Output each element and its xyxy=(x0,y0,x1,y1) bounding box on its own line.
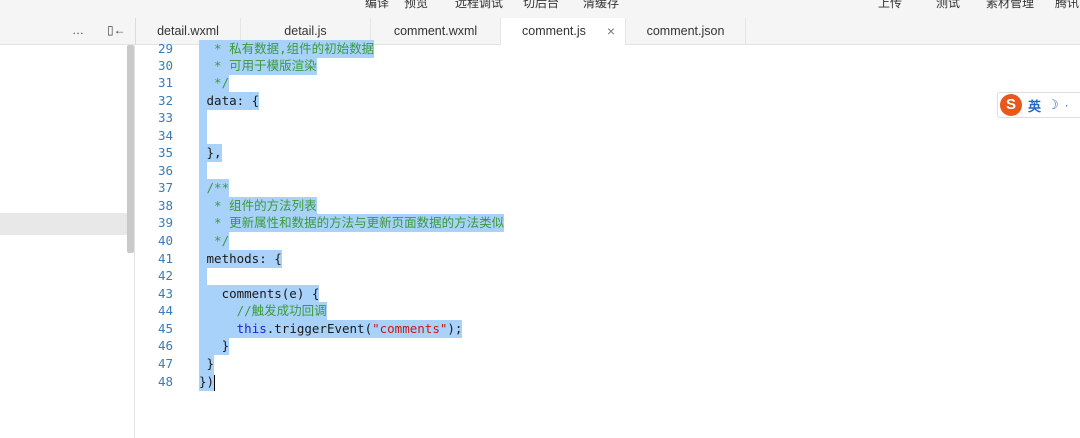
sogou-logo-icon: S xyxy=(1000,94,1022,116)
line-number: 30 xyxy=(157,58,173,73)
code-line: * 可用于模版渲染 xyxy=(199,57,317,75)
tab-comment-js[interactable]: comment.js × xyxy=(501,18,626,46)
line-number: 44 xyxy=(157,303,173,318)
line-number: 33 xyxy=(157,110,173,125)
code-line: * 私有数据,组件的初始数据 xyxy=(199,40,375,58)
code-text: * 更新属性和数据的方法与更新页面数据的方法类似 xyxy=(199,214,505,232)
code-line: /** xyxy=(199,179,230,197)
code-line: }, xyxy=(199,144,222,162)
code-text: * 私有数据,组件的初始数据 xyxy=(199,40,375,58)
code-text: /** xyxy=(199,179,230,197)
code-line: }) xyxy=(199,373,216,391)
line-number: 48 xyxy=(157,374,173,389)
code-text: this.triggerEvent("comments"); xyxy=(199,320,463,338)
line-number: 36 xyxy=(157,163,173,178)
line-number: 45 xyxy=(157,321,173,336)
line-number: 40 xyxy=(157,233,173,248)
code-text: } xyxy=(199,355,215,373)
line-number: 29 xyxy=(157,41,173,56)
code-line: data: { xyxy=(199,92,260,110)
code-selection-gap xyxy=(199,162,207,180)
code-line: * 更新属性和数据的方法与更新页面数据的方法类似 xyxy=(199,214,505,232)
line-number: 38 xyxy=(157,198,173,213)
code-line: methods: { xyxy=(199,250,282,268)
code-line xyxy=(199,267,207,285)
code-text: data: { xyxy=(199,92,260,110)
line-number: 37 xyxy=(157,180,173,195)
code-line: } xyxy=(199,337,230,355)
tab-label: comment.json xyxy=(646,24,725,38)
toolbar-compile[interactable]: 编译 xyxy=(365,0,389,11)
code-text: }, xyxy=(199,144,222,162)
close-icon[interactable]: × xyxy=(607,18,615,45)
more-icon[interactable]: … xyxy=(72,23,84,37)
code-selection-gap xyxy=(199,109,207,127)
toolbar-preview[interactable]: 预览 xyxy=(404,0,428,11)
code-line: */ xyxy=(199,232,230,250)
line-number: 41 xyxy=(157,251,173,266)
code-text: //触发成功回调 xyxy=(199,302,327,320)
code-text: * 可用于模版渲染 xyxy=(199,57,317,75)
code-text: */ xyxy=(199,74,230,92)
code-line xyxy=(199,162,207,180)
code-line xyxy=(199,127,207,145)
toolbar-upload[interactable]: 上传 xyxy=(878,0,902,11)
punctuation-icon[interactable]: · xyxy=(1065,98,1069,112)
toolbar-remote-debug[interactable]: 远程调试 xyxy=(455,0,503,11)
tab-comment-wxml[interactable]: comment.wxml xyxy=(371,18,501,45)
toolbar-clear-cache[interactable]: 清缓存 xyxy=(583,0,619,11)
toolbar-assets[interactable]: 素材管理 xyxy=(986,0,1034,11)
line-number: 34 xyxy=(157,128,173,143)
code-selection-gap xyxy=(199,127,207,145)
ime-language-toggle[interactable]: 英 xyxy=(1028,96,1041,115)
line-number: 42 xyxy=(157,268,173,283)
ime-toolbar[interactable]: S 英 ☽ · xyxy=(997,92,1080,118)
code-line: //触发成功回调 xyxy=(199,302,327,320)
code-line: } xyxy=(199,355,215,373)
line-number: 43 xyxy=(157,286,173,301)
line-number: 47 xyxy=(157,356,173,371)
code-text: methods: { xyxy=(199,250,282,268)
code-line: * 组件的方法列表 xyxy=(199,197,317,215)
code-text: }) xyxy=(199,373,215,391)
toolbar-tencent[interactable]: 腾讯 xyxy=(1055,0,1079,11)
code-text: comments(e) { xyxy=(199,285,320,303)
tab-comment-json[interactable]: comment.json xyxy=(626,18,746,45)
code-line: */ xyxy=(199,74,230,92)
sidebar-scrollbar[interactable] xyxy=(127,45,134,253)
moon-icon[interactable]: ☽ xyxy=(1047,97,1059,113)
code-text: */ xyxy=(199,232,230,250)
line-number: 46 xyxy=(157,338,173,353)
collapse-sidebar-icon[interactable]: ▯← xyxy=(107,23,126,37)
line-number: 39 xyxy=(157,215,173,230)
file-sidebar xyxy=(0,45,135,438)
line-number: 31 xyxy=(157,75,173,90)
line-number: 35 xyxy=(157,145,173,160)
tab-label: detail.js xyxy=(284,24,327,38)
code-line xyxy=(199,109,207,127)
toolbar-background[interactable]: 切后台 xyxy=(523,0,559,11)
tab-label: comment.wxml xyxy=(393,24,478,38)
code-text: * 组件的方法列表 xyxy=(199,197,317,215)
code-text: } xyxy=(199,337,230,355)
code-line: comments(e) { xyxy=(199,285,320,303)
text-cursor xyxy=(214,374,216,391)
selected-file-row[interactable] xyxy=(0,213,127,235)
tab-label: detail.wxml xyxy=(157,24,219,38)
code-editor[interactable]: 29 30 31 32 33 34 35 36 37 38 39 40 41 4… xyxy=(135,40,1080,438)
code-line: this.triggerEvent("comments"); xyxy=(199,320,463,338)
line-number: 32 xyxy=(157,93,173,108)
top-toolbar: 编译 预览 远程调试 切后台 清缓存 上传 测试 素材管理 腾讯 xyxy=(0,0,1080,18)
code-selection-gap xyxy=(199,267,207,285)
tab-label: comment.js xyxy=(522,24,586,38)
toolbar-test[interactable]: 测试 xyxy=(936,0,960,11)
